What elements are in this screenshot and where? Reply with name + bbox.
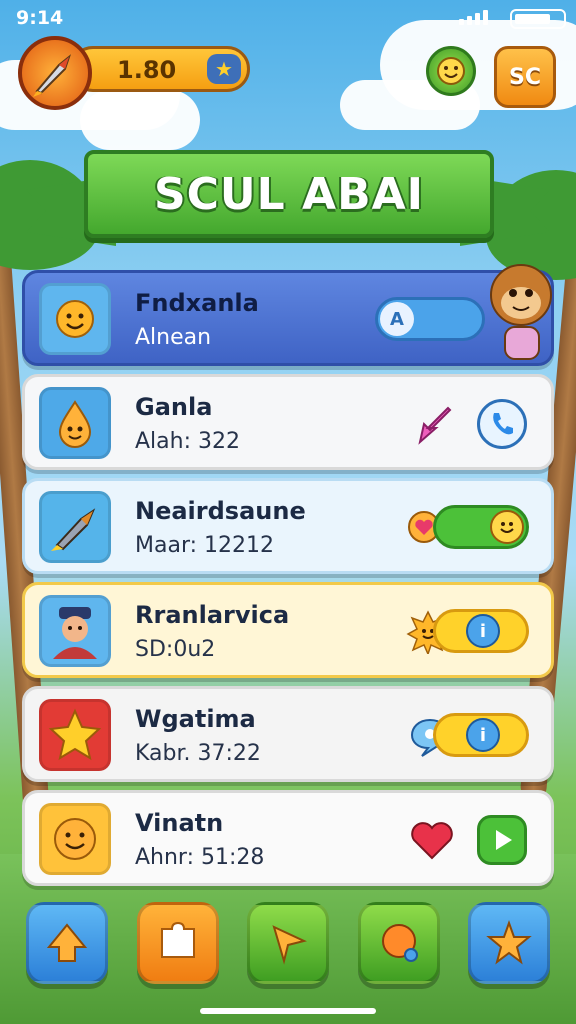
item-subtitle: Alah: 322	[135, 429, 240, 454]
item-name: Wgatima	[135, 705, 256, 733]
toggle-switch[interactable]: i	[433, 713, 529, 757]
monkey-mascot-icon	[490, 264, 552, 360]
puzzle-icon	[160, 921, 195, 958]
star-fish-icon	[486, 920, 532, 965]
rocket-icon	[33, 54, 72, 97]
title-banner: SCUL ABAI	[84, 150, 494, 238]
info-icon: i	[466, 718, 500, 752]
item-name: Neairdsaune	[135, 497, 306, 525]
a-letter-icon: A	[380, 302, 414, 336]
cloud	[80, 90, 200, 150]
sc-menu-button[interactable]: SC	[494, 46, 556, 108]
pilot-icon	[39, 595, 111, 667]
item-name: Ganla	[135, 393, 213, 421]
list-item[interactable]: Wgatima Kabr. 37:22 i	[22, 686, 554, 782]
list-item[interactable]: Fndxanla Alnean A	[22, 264, 554, 366]
phone-icon	[493, 413, 513, 435]
player-avatar[interactable]	[18, 36, 92, 110]
item-subtitle: Ahnr: 51:28	[135, 845, 265, 870]
info-icon: i	[466, 614, 500, 648]
drop-face-icon	[39, 387, 111, 459]
item-name: Fndxanla	[135, 289, 259, 317]
player-list: Fndxanla Alnean A Ganla Alah: 322 Neaird…	[22, 264, 554, 894]
bottom-nav	[26, 902, 550, 984]
battery-icon	[510, 9, 566, 29]
toggle-switch[interactable]: i	[433, 609, 529, 653]
toggle-switch[interactable]: A	[375, 297, 485, 341]
list-item[interactable]: Ganla Alah: 322	[22, 374, 554, 470]
up-arrow-icon	[46, 923, 88, 962]
pink-arrow-icon	[411, 401, 457, 447]
sun-face-icon	[39, 283, 111, 355]
list-item[interactable]: Rranlarvica SD:0u2 i	[22, 582, 554, 678]
star-gem-icon: ★	[207, 54, 241, 84]
smiley-icon	[490, 510, 524, 544]
nav-star-button[interactable]	[468, 902, 550, 984]
star-icon	[39, 699, 111, 771]
toggle-switch[interactable]	[433, 505, 529, 549]
nav-puzzle-button[interactable]	[136, 902, 219, 984]
coin-counter[interactable]: 1.80 ★	[70, 46, 250, 92]
item-name: Rranlarvica	[135, 601, 290, 629]
chat-icon	[381, 924, 418, 962]
heart-icon	[409, 817, 455, 863]
nav-chat-button[interactable]	[357, 902, 440, 984]
item-name: Vinatn	[135, 809, 224, 837]
smiley-face-icon	[39, 803, 111, 875]
smiley-icon	[437, 57, 465, 85]
item-subtitle: Alnean	[135, 325, 212, 350]
nav-play-button[interactable]	[247, 902, 329, 984]
list-item[interactable]: Vinatn Ahnr: 51:28	[22, 790, 554, 886]
nav-home-button[interactable]	[26, 902, 108, 984]
signal-icon	[459, 10, 488, 25]
smile-button[interactable]	[426, 46, 476, 96]
play-arrow-icon	[272, 925, 307, 965]
banner-title: SCUL ABAI	[153, 168, 425, 220]
list-item[interactable]: Neairdsaune Maar: 12212	[22, 478, 554, 574]
item-subtitle: SD:0u2	[135, 637, 216, 662]
home-indicator[interactable]	[200, 1008, 376, 1014]
play-button[interactable]	[477, 815, 527, 865]
status-bar: 9:14	[0, 0, 576, 36]
call-button[interactable]	[477, 399, 527, 449]
rocket-icon	[39, 491, 111, 563]
play-icon	[496, 830, 512, 850]
item-subtitle: Kabr. 37:22	[135, 741, 261, 766]
coin-value: 1.80	[117, 56, 177, 84]
status-time: 9:14	[16, 7, 64, 29]
item-subtitle: Maar: 12212	[135, 533, 274, 558]
